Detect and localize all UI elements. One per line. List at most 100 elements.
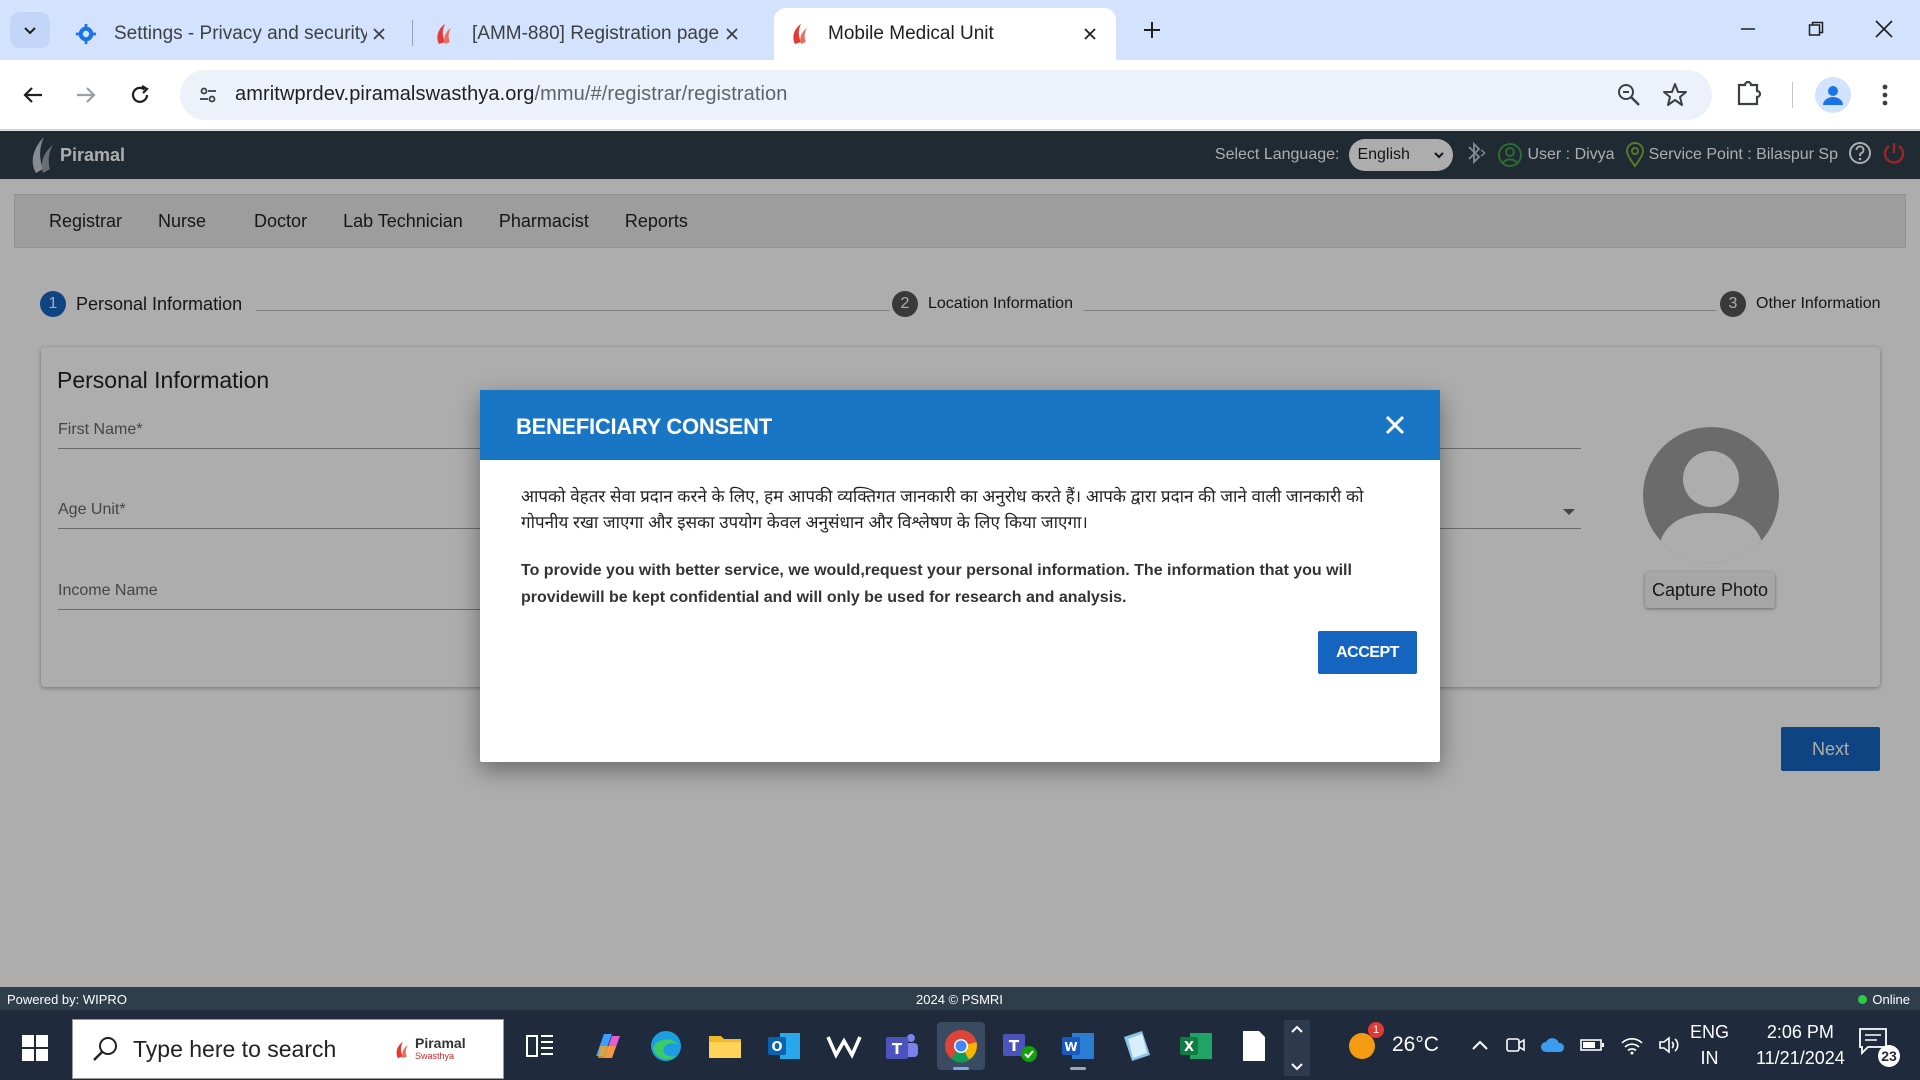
status-dot-icon	[1858, 995, 1868, 1004]
reload-button[interactable]	[122, 77, 158, 113]
close-icon[interactable]	[367, 22, 391, 46]
svg-text:X: X	[1184, 1040, 1194, 1055]
close-icon[interactable]	[720, 22, 744, 46]
copilot-icon[interactable]	[584, 1022, 632, 1070]
site-info-icon[interactable]	[192, 79, 224, 111]
footer-powered-by: Powered by: WIPRO	[7, 992, 127, 1007]
notification-icon: 23	[1858, 1027, 1900, 1067]
tab-separator	[412, 20, 413, 46]
zoom-icon[interactable]	[1616, 82, 1642, 113]
accept-button[interactable]: ACCEPT	[1318, 631, 1417, 674]
beneficiary-consent-dialog: BENEFICIARY CONSENT आपको वेहतर सेवा प्रद…	[480, 390, 1440, 762]
clock-time: 2:06 PM	[1766, 1022, 1834, 1042]
extensions-puzzle-icon[interactable]	[1735, 77, 1763, 114]
restore-button[interactable]	[1782, 0, 1850, 58]
consent-text-english: To provide you with better service, we w…	[521, 562, 1352, 606]
toolbar-separator	[1792, 82, 1793, 108]
search-highlight-piramal: Piramal Swasthya	[393, 1030, 489, 1070]
teams-icon[interactable]: T	[878, 1022, 926, 1070]
document-file-icon[interactable]	[1230, 1022, 1278, 1070]
weather-badge: 1	[1368, 1022, 1384, 1038]
address-bar[interactable]: amritwprdev.piramalswasthya.org/mmu/#/re…	[180, 70, 1712, 120]
new-tab-button[interactable]	[1134, 12, 1170, 48]
weather-widget[interactable]: 1 26°C	[1346, 1010, 1439, 1080]
tab-jira[interactable]: [AMM-880] Registration page is	[418, 8, 758, 60]
windows-start-button[interactable]	[14, 1027, 56, 1069]
url-path: /mmu/#/registrar/registration	[534, 83, 788, 105]
consent-text-hindi: आपको वेहतर सेवा प्रदान करने के लिए, हम आ…	[521, 487, 1364, 532]
url-text: amritwprdev.piramalswasthya.org/mmu/#/re…	[235, 83, 787, 106]
taskbar-scroll[interactable]	[1284, 1020, 1310, 1076]
svg-text:O: O	[771, 1040, 782, 1055]
battery-icon[interactable]	[1580, 1037, 1606, 1053]
search-icon	[91, 1034, 121, 1069]
weather-temp: 26°C	[1392, 1033, 1439, 1056]
chevron-down-icon	[1291, 1063, 1303, 1071]
chrome-icon[interactable]	[937, 1022, 985, 1070]
excel-icon[interactable]: X	[1172, 1022, 1220, 1070]
lang-bottom: IN	[1700, 1048, 1719, 1068]
back-button[interactable]	[15, 77, 51, 113]
chevron-up-icon	[1291, 1025, 1303, 1033]
close-window-button[interactable]	[1850, 0, 1918, 58]
word-icon[interactable]: W	[1054, 1022, 1102, 1070]
app-icon-w[interactable]	[820, 1022, 868, 1070]
close-icon[interactable]	[1078, 22, 1102, 46]
plus-icon	[1144, 22, 1160, 38]
close-icon[interactable]	[1384, 414, 1406, 436]
footer-copyright: 2024 © PSMRI	[916, 992, 1003, 1007]
tab-mobile-medical-unit[interactable]: Mobile Medical Unit	[774, 8, 1116, 60]
notification-count: 23	[1878, 1045, 1900, 1067]
outlook-icon[interactable]: O	[760, 1022, 808, 1070]
tab-title: [AMM-880] Registration page is	[472, 23, 720, 44]
notepad-app-icon[interactable]	[1113, 1022, 1161, 1070]
profile-avatar-icon[interactable]	[1815, 77, 1851, 113]
tab-title: Mobile Medical Unit	[828, 23, 994, 44]
app-viewport: Piramal Select Language: English User : …	[0, 131, 1920, 1011]
chevron-down-icon	[24, 27, 36, 35]
kebab-menu-icon[interactable]	[1870, 77, 1900, 113]
brand-sub: Swasthya	[415, 1051, 455, 1061]
piramal-favicon-icon	[432, 22, 456, 46]
task-view-icon[interactable]	[516, 1022, 564, 1070]
brand-name: Piramal	[415, 1035, 466, 1051]
active-indicator	[953, 1067, 969, 1070]
piramal-flame-icon	[396, 1041, 408, 1059]
close-icon	[1875, 20, 1893, 38]
gear-icon	[74, 22, 98, 46]
file-explorer-icon[interactable]	[701, 1022, 749, 1070]
reload-icon	[131, 85, 149, 103]
dialog-header: BENEFICIARY CONSENT	[480, 390, 1440, 460]
dialog-title: BENEFICIARY CONSENT	[516, 414, 772, 439]
online-status-label: Online	[1872, 992, 1910, 1007]
clock-date: 11/21/2024	[1756, 1048, 1845, 1068]
lang-top: ENG	[1690, 1022, 1730, 1042]
minimize-icon	[1741, 28, 1755, 30]
edge-browser-icon[interactable]	[642, 1022, 690, 1070]
bookmark-star-icon[interactable]	[1662, 82, 1688, 113]
tab-search-button[interactable]	[10, 12, 50, 48]
input-language-indicator[interactable]: ENG IN	[1690, 1010, 1729, 1080]
forward-button[interactable]	[68, 77, 104, 113]
onedrive-cloud-icon[interactable]	[1540, 1036, 1566, 1054]
taskbar-search-box[interactable]: Type here to search Piramal Swasthya	[72, 1019, 504, 1079]
wifi-icon[interactable]	[1620, 1035, 1644, 1055]
teams-work-icon[interactable]: T	[996, 1022, 1044, 1070]
meet-camera-icon[interactable]	[1504, 1034, 1526, 1056]
svg-text:T: T	[892, 1040, 903, 1058]
volume-icon[interactable]	[1658, 1035, 1682, 1055]
tab-settings[interactable]: Settings - Privacy and security	[60, 8, 405, 60]
system-tray-icons	[1470, 1010, 1682, 1080]
notification-center[interactable]: 23	[1858, 1010, 1900, 1080]
browser-toolbar: amritwprdev.piramalswasthya.org/mmu/#/re…	[0, 60, 1920, 130]
svg-text:W: W	[1064, 1040, 1077, 1054]
minimize-button[interactable]	[1714, 0, 1782, 58]
clock[interactable]: 2:06 PM 11/21/2024	[1756, 1010, 1845, 1080]
tab-title: Settings - Privacy and security	[114, 23, 367, 44]
windows-logo-icon	[22, 1035, 48, 1061]
chevron-up-icon[interactable]	[1470, 1038, 1490, 1052]
arrow-right-icon	[77, 87, 96, 103]
arrow-left-icon	[23, 87, 42, 103]
app-footer: Powered by: WIPRO 2024 © PSMRI Online	[0, 987, 1920, 1011]
url-host: amritwprdev.piramalswasthya.org	[235, 83, 535, 105]
